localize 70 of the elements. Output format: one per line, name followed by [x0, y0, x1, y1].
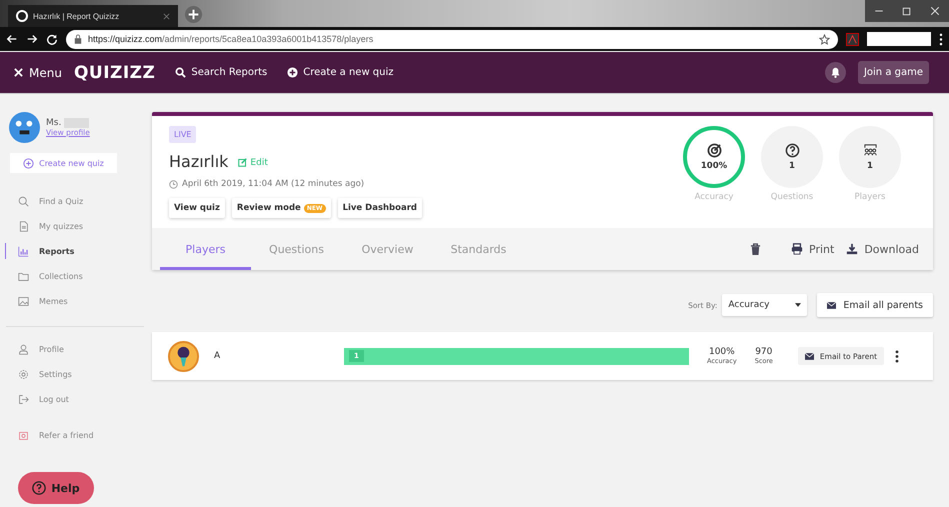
more-icon[interactable]	[895, 350, 900, 362]
document-icon	[18, 220, 29, 232]
close-icon[interactable]	[163, 12, 170, 20]
stat-circle: 100%	[683, 126, 745, 188]
new-tab-icon[interactable]	[184, 5, 203, 24]
image-icon	[18, 296, 29, 306]
print-button[interactable]: Print	[791, 228, 834, 270]
score-value: 970	[755, 347, 772, 357]
settings-icon	[18, 368, 29, 380]
address-field[interactable]: https://quizizz.com/admin/reports/5ca8ea10a393a6001b413578/players	[66, 30, 838, 48]
menu-button[interactable]: Menu	[14, 66, 62, 80]
help-button[interactable]: Help	[18, 472, 94, 504]
printer-icon	[791, 243, 803, 255]
question-icon	[32, 481, 46, 495]
download-icon	[846, 243, 858, 255]
forward-icon[interactable]	[26, 33, 38, 45]
clock-icon	[169, 180, 178, 188]
redacted-block	[867, 32, 931, 46]
search-icon	[175, 67, 186, 78]
accuracy-value: 100%	[708, 347, 735, 357]
player-name: A	[214, 351, 222, 361]
pdf-extension-icon[interactable]	[846, 32, 859, 46]
stat-label: Players	[854, 192, 886, 202]
sort-dropdown[interactable]: Accuracy	[722, 294, 808, 316]
browser-tab[interactable]: Hazırlık | Report Quizizz	[8, 5, 178, 27]
edit-icon	[238, 158, 248, 167]
close-icon	[14, 68, 23, 77]
star-icon[interactable]	[819, 34, 830, 44]
bar-chart-icon	[18, 246, 29, 256]
player-avatar-icon	[168, 340, 199, 372]
report-button[interactable]: View quiz	[169, 198, 225, 218]
quizizz-icon	[16, 10, 28, 22]
back-icon[interactable]	[6, 33, 18, 45]
question-icon	[784, 143, 800, 158]
envelope-icon	[827, 302, 836, 308]
more-icon[interactable]	[939, 32, 943, 46]
report-button[interactable]: Live Dashboard	[338, 198, 422, 218]
lock-icon	[74, 34, 82, 44]
logo[interactable]: QUIZIZZ	[74, 62, 156, 82]
stat-circle: 1	[839, 126, 901, 188]
search-icon	[18, 196, 29, 206]
caret-icon	[795, 303, 802, 307]
plus-circle-icon	[287, 67, 298, 78]
create-new-quiz-button[interactable]: Create new quiz	[10, 153, 117, 173]
delete-icon[interactable]	[750, 242, 761, 256]
create-quiz-link[interactable]: Create a new quiz	[287, 67, 394, 78]
reload-icon[interactable]	[46, 33, 58, 45]
envelope-icon	[804, 352, 814, 360]
avatar-icon	[9, 112, 40, 143]
search-reports-link[interactable]: Search Reports	[175, 67, 268, 78]
notification-bell-icon[interactable]	[824, 62, 846, 83]
stat-circle: 1	[761, 126, 823, 188]
plus-circle-icon	[23, 158, 34, 168]
join-game-button[interactable]: Join a game	[858, 61, 929, 84]
folder-icon	[18, 270, 29, 282]
email-all-parents-button[interactable]: Email all parents	[817, 293, 933, 317]
logout-icon	[18, 394, 29, 404]
target-icon	[706, 143, 722, 158]
stat-label: Questions	[770, 192, 814, 202]
person-icon	[18, 344, 29, 354]
sidebar-item[interactable]: Reports	[5, 243, 145, 259]
quiz-title: Hazırlık	[169, 152, 228, 171]
report-tab[interactable]: Players	[160, 228, 251, 270]
download-button[interactable]: Download	[846, 228, 919, 270]
gift-icon	[18, 430, 29, 440]
report-date: April 6th 2019, 11:04 AM (12 minutes ago)	[182, 179, 364, 189]
live-badge: LIVE	[169, 126, 196, 143]
stat-label: Accuracy	[694, 192, 734, 202]
user-name: Ms.	[46, 118, 62, 128]
group-icon	[862, 143, 878, 158]
